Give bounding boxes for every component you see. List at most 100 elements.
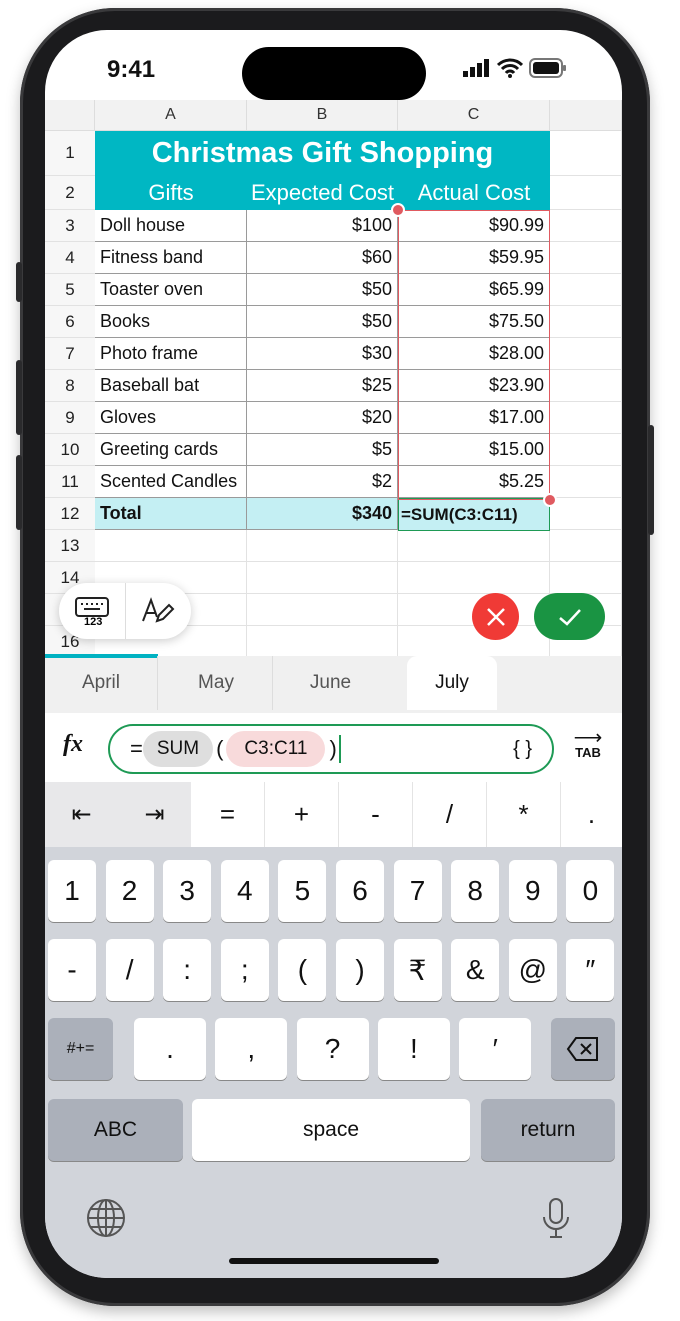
grid-cell[interactable]: [398, 562, 550, 594]
key[interactable]: ₹: [393, 939, 442, 1001]
key[interactable]: 7: [393, 860, 442, 922]
grid-cell[interactable]: [550, 274, 622, 306]
grid-cell[interactable]: [95, 530, 247, 562]
selection-handle-start[interactable]: [391, 203, 405, 217]
grid-cell[interactable]: [550, 131, 622, 176]
expected-cost-cell[interactable]: $60: [247, 242, 398, 274]
key[interactable]: ′: [459, 1018, 532, 1080]
gift-name-cell[interactable]: Toaster oven: [95, 274, 247, 306]
grid-cell[interactable]: [247, 530, 398, 562]
row-header-6[interactable]: 6: [45, 306, 95, 338]
sheet-tab-july[interactable]: July: [407, 656, 497, 710]
confirm-button[interactable]: [534, 593, 605, 640]
row-header-3[interactable]: 3: [45, 210, 95, 242]
row-header-10[interactable]: 10: [45, 434, 95, 466]
key[interactable]: -: [48, 939, 96, 1001]
gift-name-cell[interactable]: Gloves: [95, 402, 247, 434]
grid-cell[interactable]: [550, 370, 622, 402]
key[interactable]: ″: [566, 939, 615, 1001]
key[interactable]: (: [278, 939, 327, 1001]
operator-key[interactable]: *: [487, 782, 561, 847]
key[interactable]: !: [377, 1018, 450, 1080]
key[interactable]: .: [134, 1018, 206, 1080]
grid-cell[interactable]: [550, 176, 622, 210]
key[interactable]: 9: [508, 860, 557, 922]
expected-cost-cell[interactable]: $100: [247, 210, 398, 242]
grid-cell[interactable]: [550, 306, 622, 338]
row-header-12[interactable]: 12: [45, 498, 95, 530]
sheet-tab-april[interactable]: April: [45, 656, 158, 710]
operator-key[interactable]: +: [265, 782, 339, 847]
expected-cost-cell[interactable]: $25: [247, 370, 398, 402]
key[interactable]: ?: [296, 1018, 369, 1080]
move-right-button[interactable]: ⇥: [118, 782, 191, 847]
expected-cost-cell[interactable]: $20: [247, 402, 398, 434]
home-indicator[interactable]: [229, 1258, 439, 1264]
expected-cost-cell[interactable]: $30: [247, 338, 398, 370]
range-token[interactable]: C3:C11: [226, 731, 326, 767]
key[interactable]: :: [163, 939, 212, 1001]
gift-name-cell[interactable]: Scented Candles: [95, 466, 247, 498]
column-title[interactable]: Expected Cost: [247, 176, 398, 210]
expected-cost-cell[interactable]: $50: [247, 306, 398, 338]
column-header-B[interactable]: B: [247, 100, 398, 131]
grid-cell[interactable]: [550, 242, 622, 274]
grid-cell[interactable]: [550, 562, 622, 594]
grid-cell[interactable]: [398, 530, 550, 562]
gift-name-cell[interactable]: Greeting cards: [95, 434, 247, 466]
tab-button[interactable]: ⟶ TAB: [571, 728, 605, 760]
sheet-title[interactable]: Christmas Gift Shopping: [95, 131, 550, 176]
total-label-cell[interactable]: Total: [95, 498, 247, 530]
key[interactable]: ): [336, 939, 384, 1001]
grid-cell[interactable]: [550, 402, 622, 434]
grid-cell[interactable]: [247, 562, 398, 594]
formula-input[interactable]: = SUM ( C3:C11 ) { }: [108, 724, 554, 774]
operator-key[interactable]: /: [413, 782, 487, 847]
active-formula-cell[interactable]: =SUM(C3:C11): [398, 498, 550, 531]
row-header-7[interactable]: 7: [45, 338, 95, 370]
row-header-9[interactable]: 9: [45, 402, 95, 434]
grid-cell[interactable]: [550, 530, 622, 562]
function-token[interactable]: SUM: [142, 731, 214, 767]
return-key[interactable]: return: [481, 1099, 615, 1161]
column-title[interactable]: Actual Cost: [398, 176, 550, 210]
braces-button[interactable]: { }: [513, 738, 532, 761]
key[interactable]: 0: [566, 860, 615, 922]
symbols-key[interactable]: #+=: [48, 1018, 113, 1080]
globe-button[interactable]: [85, 1197, 127, 1244]
space-key[interactable]: space: [192, 1099, 470, 1161]
key[interactable]: 6: [336, 860, 384, 922]
sheet-tab-june[interactable]: June: [274, 656, 387, 710]
grid-cell[interactable]: [247, 594, 398, 626]
grid-cell[interactable]: [550, 498, 622, 530]
key[interactable]: 2: [105, 860, 154, 922]
key[interactable]: @: [508, 939, 557, 1001]
numeric-keyboard-button[interactable]: 123: [59, 583, 126, 639]
row-header-8[interactable]: 8: [45, 370, 95, 402]
row-header-13[interactable]: 13: [45, 530, 95, 562]
column-header-A[interactable]: A: [95, 100, 247, 131]
grid-cell[interactable]: [550, 466, 622, 498]
row-header-1[interactable]: 1: [45, 131, 95, 176]
grid-cell[interactable]: [550, 210, 622, 242]
gift-name-cell[interactable]: Books: [95, 306, 247, 338]
key[interactable]: /: [105, 939, 154, 1001]
gift-name-cell[interactable]: Baseball bat: [95, 370, 247, 402]
gift-name-cell[interactable]: Photo frame: [95, 338, 247, 370]
row-header-5[interactable]: 5: [45, 274, 95, 306]
dictation-button[interactable]: [541, 1197, 571, 1244]
grid-cell[interactable]: [550, 338, 622, 370]
expected-cost-cell[interactable]: $5: [247, 434, 398, 466]
column-header-C[interactable]: C: [398, 100, 550, 131]
total-expected-cell[interactable]: $340: [247, 498, 398, 530]
key[interactable]: ,: [215, 1018, 288, 1080]
handwriting-button[interactable]: [126, 583, 192, 639]
move-left-button[interactable]: ⇤: [45, 782, 118, 847]
key[interactable]: 8: [451, 860, 500, 922]
delete-key[interactable]: [551, 1018, 615, 1080]
key[interactable]: 3: [163, 860, 212, 922]
key[interactable]: 4: [220, 860, 269, 922]
operator-key[interactable]: .: [561, 782, 622, 847]
row-header-11[interactable]: 11: [45, 466, 95, 498]
column-title[interactable]: Gifts: [95, 176, 247, 210]
